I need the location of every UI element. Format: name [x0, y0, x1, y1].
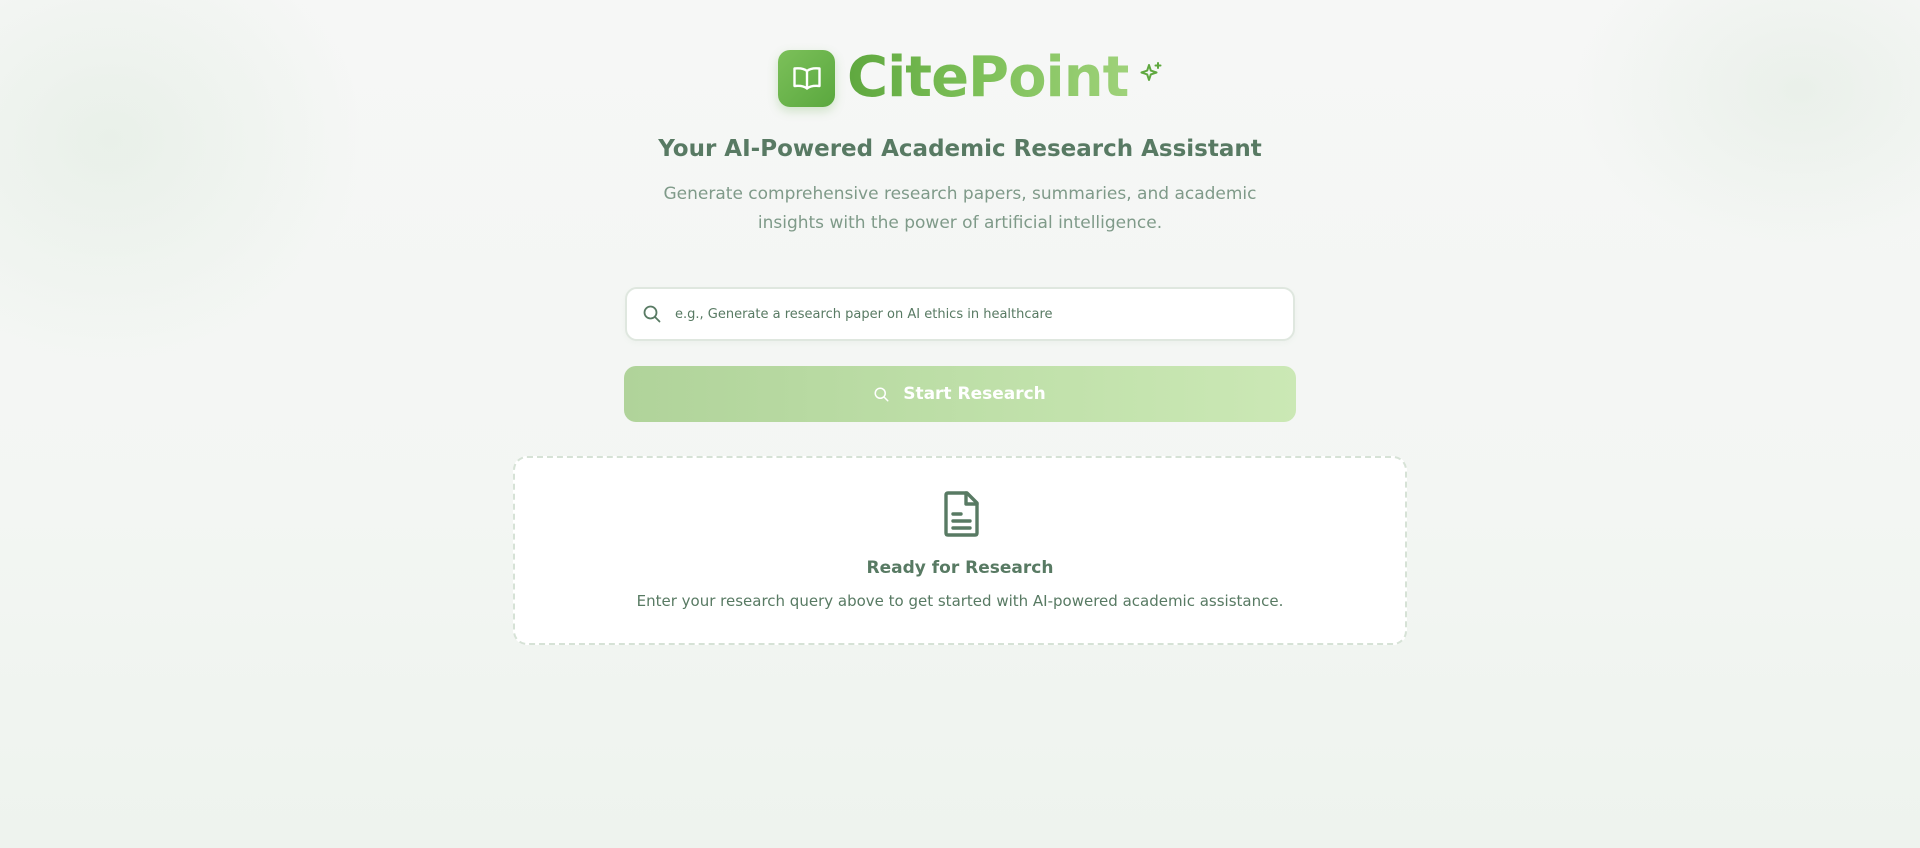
search-icon	[874, 387, 889, 402]
page: CitePoint Your AI-Powered Academic Resea…	[0, 0, 1920, 848]
start-research-label: Start Research	[903, 384, 1046, 404]
search-input[interactable]	[675, 289, 1293, 339]
search-icon	[643, 305, 661, 323]
search-box[interactable]	[625, 287, 1295, 341]
tagline: Your AI-Powered Academic Research Assist…	[658, 136, 1262, 162]
empty-state-card: Ready for Research Enter your research q…	[513, 456, 1407, 645]
logo	[778, 49, 835, 107]
empty-state-title: Ready for Research	[866, 558, 1054, 578]
empty-state-description: Enter your research query above to get s…	[636, 592, 1284, 610]
hero-description: Generate comprehensive research papers, …	[663, 184, 1257, 233]
start-research-button[interactable]: Start Research	[624, 366, 1296, 422]
sparkle-icon	[1138, 61, 1164, 87]
brand-header: CitePoint	[778, 48, 1164, 108]
brand-name: CitePoint	[847, 45, 1129, 110]
document-icon	[940, 490, 982, 542]
open-book-icon	[792, 65, 822, 91]
